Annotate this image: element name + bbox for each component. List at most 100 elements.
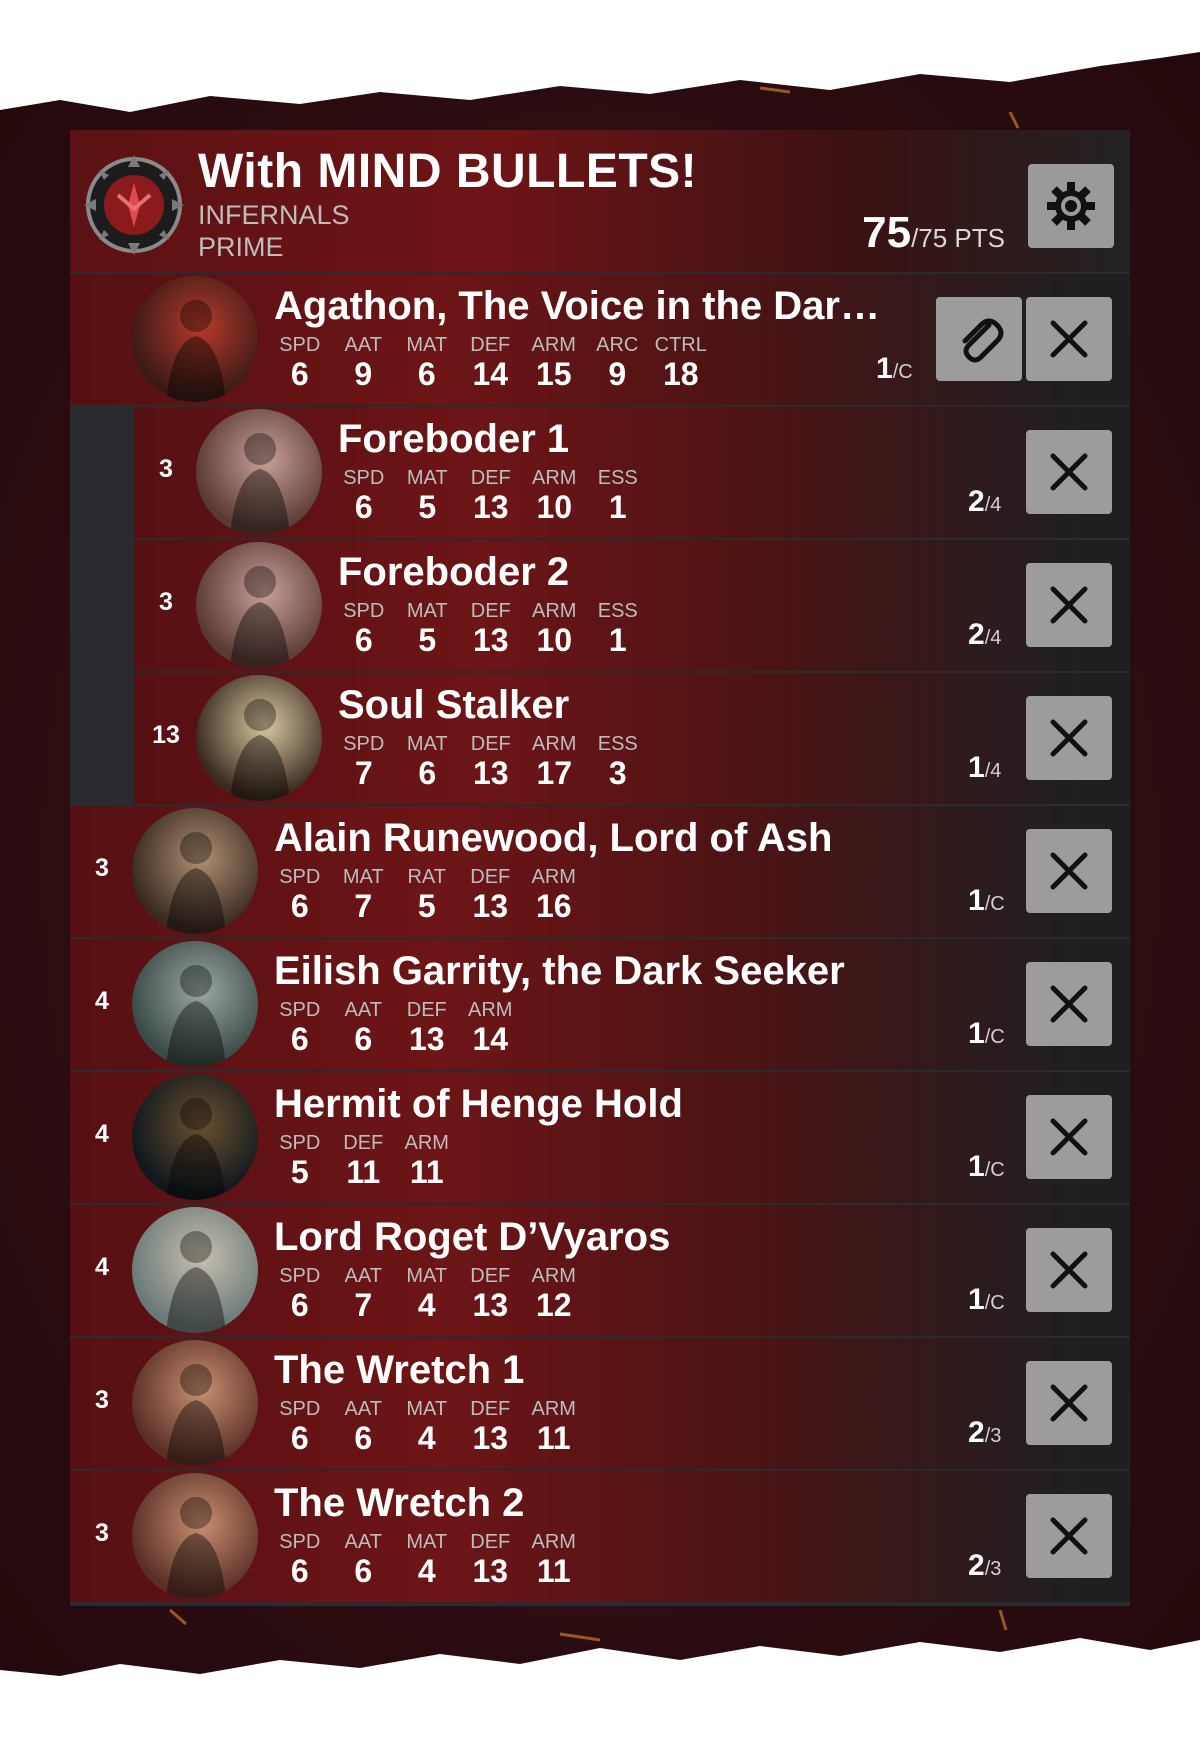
unit-stats: SPD 6 AAT 6 MAT 4 DEF 13 ARM 11: [268, 1531, 586, 1589]
stat-value: 10: [536, 489, 573, 525]
close-icon: [1050, 1251, 1088, 1289]
stat-label: DEF: [470, 1531, 511, 1553]
unit-row[interactable]: 4 Hermit of Henge Hold SPD 5 DEF 11 ARM 11 1/C: [70, 1072, 1130, 1203]
unit-name: Hermit of Henge Hold: [274, 1082, 683, 1126]
close-icon: [1050, 1118, 1088, 1156]
stat-value: 11: [536, 1553, 571, 1589]
field-allowance: 1/C: [968, 884, 1005, 918]
stat-label: SPD: [279, 1265, 321, 1287]
stat-value: 16: [535, 888, 572, 924]
unit-row[interactable]: 4 Lord Roget D’Vyaros SPD 6 AAT 7 MAT 4 DEF 13 ARM…: [70, 1205, 1130, 1336]
stat-label: ARM: [531, 1398, 576, 1420]
stat-value: 13: [472, 755, 509, 791]
stat-cell: ARM 16: [522, 866, 586, 924]
stat-cell: DEF 13: [395, 999, 459, 1057]
faction-name: INFERNALS: [198, 200, 350, 230]
unit-stats: SPD 6 AAT 6 MAT 4 DEF 13 ARM 11: [268, 1398, 586, 1456]
stat-label: SPD: [279, 1398, 321, 1420]
unit-row[interactable]: Agathon, The Voice in the Dar… SPD 6 AAT 9 MA…: [70, 274, 1130, 405]
stat-label: ARM: [531, 1531, 576, 1553]
unit-figure-icon: [166, 1098, 226, 1200]
stat-value: 10: [536, 622, 573, 658]
stat-value: 11: [536, 1420, 571, 1456]
remove-button[interactable]: [1026, 1095, 1112, 1179]
stat-cell: ARC 9: [586, 334, 650, 392]
stat-label: AAT: [344, 1398, 382, 1420]
stat-value: 13: [472, 622, 509, 658]
stat-cell: SPD 6: [332, 600, 396, 658]
stat-label: ARM: [404, 1132, 449, 1154]
stat-label: ARM: [468, 999, 513, 1021]
unit-row[interactable]: 3 Foreboder 2 SPD 6 MAT 5 DEF 13 ARM 10 ESS 1 2/4: [70, 540, 1130, 671]
stat-value: 6: [354, 1420, 373, 1456]
remove-button[interactable]: [1026, 563, 1112, 647]
unit-cost: 4: [95, 987, 109, 1015]
field-allowance: 1/C: [968, 1150, 1005, 1184]
field-allowance-limit: /3: [984, 1425, 1002, 1447]
close-icon: [1050, 985, 1088, 1023]
stat-cell: SPD 6: [268, 334, 332, 392]
stat-cell: MAT 5: [396, 600, 460, 658]
field-allowance: 1/4: [968, 751, 1001, 785]
unit-row[interactable]: 3 The Wretch 2 SPD 6 AAT 6 MAT 4 DEF 13 ARM 11 2/3: [70, 1471, 1130, 1602]
remove-button[interactable]: [1026, 696, 1112, 780]
field-allowance-limit: /C: [984, 1292, 1005, 1314]
stat-value: 9: [608, 356, 627, 392]
gear-icon: [1047, 182, 1095, 230]
field-allowance: 1/C: [968, 1283, 1005, 1317]
unit-row[interactable]: 3 Foreboder 1 SPD 6 MAT 5 DEF 13 ARM 10 ESS 1 2/4: [70, 407, 1130, 538]
stat-label: SPD: [343, 733, 385, 755]
stat-value: 6: [354, 622, 373, 658]
unit-row[interactable]: 3 The Wretch 1 SPD 6 AAT 6 MAT 4 DEF 13 ARM 11 2/3: [70, 1338, 1130, 1469]
stat-label: DEF: [470, 866, 511, 888]
remove-button[interactable]: [1026, 1361, 1112, 1445]
field-allowance-count: 2: [968, 618, 985, 651]
stat-label: MAT: [406, 1531, 448, 1553]
stat-value: 14: [472, 1021, 509, 1057]
field-allowance: 2/3: [968, 1416, 1001, 1450]
points-total: 75/75 PTS: [862, 208, 1005, 258]
remove-button[interactable]: [1026, 430, 1112, 514]
stat-cell: MAT 4: [395, 1265, 459, 1323]
stat-cell: ESS 1: [586, 600, 650, 658]
stat-value: 6: [417, 356, 436, 392]
stat-cell: MAT 4: [395, 1531, 459, 1589]
stat-label: ARM: [532, 733, 577, 755]
unit-name: Lord Roget D’Vyaros: [274, 1215, 671, 1259]
remove-button[interactable]: [1026, 297, 1112, 381]
unit-portrait: [132, 276, 258, 402]
stat-label: DEF: [470, 1265, 511, 1287]
unit-row[interactable]: 3 Alain Runewood, Lord of Ash SPD 6 MAT 7 RAT 5…: [70, 806, 1130, 937]
remove-button[interactable]: [1026, 1228, 1112, 1312]
stat-value: 18: [662, 356, 699, 392]
stat-value: 6: [354, 489, 373, 525]
stat-cell: DEF 11: [332, 1132, 396, 1190]
paperclip-icon: [962, 318, 1004, 363]
list-header: With MIND BULLETS! INFERNALS PRIME 75/75…: [70, 130, 1130, 272]
stat-value: 7: [354, 755, 373, 791]
field-allowance: 1/C: [876, 352, 913, 386]
unit-figure-icon: [166, 1364, 226, 1466]
remove-button[interactable]: [1026, 962, 1112, 1046]
field-allowance: 1/C: [968, 1017, 1005, 1051]
unit-figure-icon: [166, 832, 226, 934]
remove-button[interactable]: [1026, 829, 1112, 913]
attach-button[interactable]: [936, 297, 1022, 381]
close-icon: [1050, 719, 1088, 757]
stat-value: 12: [535, 1287, 572, 1323]
stat-value: 13: [472, 489, 509, 525]
remove-button[interactable]: [1026, 1494, 1112, 1578]
settings-button[interactable]: [1028, 164, 1114, 248]
stat-cell: ARM 11: [522, 1398, 586, 1456]
stat-cell: MAT 4: [395, 1398, 459, 1456]
unit-name: Alain Runewood, Lord of Ash: [274, 816, 833, 860]
unit-cost: 3: [95, 1386, 109, 1414]
army-list-panel: With MIND BULLETS! INFERNALS PRIME 75/75…: [70, 130, 1130, 1606]
stat-value: 13: [408, 1021, 445, 1057]
stat-label: AAT: [344, 334, 382, 356]
field-allowance-limit: /C: [984, 1026, 1005, 1048]
stat-label: AAT: [344, 1265, 382, 1287]
unit-row[interactable]: 13 Soul Stalker SPD 7 MAT 6 DEF 13 ARM 17 ESS 3 1/4: [70, 673, 1130, 804]
stat-label: ESS: [597, 600, 638, 622]
unit-row[interactable]: 4 Eilish Garrity, the Dark Seeker SPD 6 AAT 6…: [70, 939, 1130, 1070]
